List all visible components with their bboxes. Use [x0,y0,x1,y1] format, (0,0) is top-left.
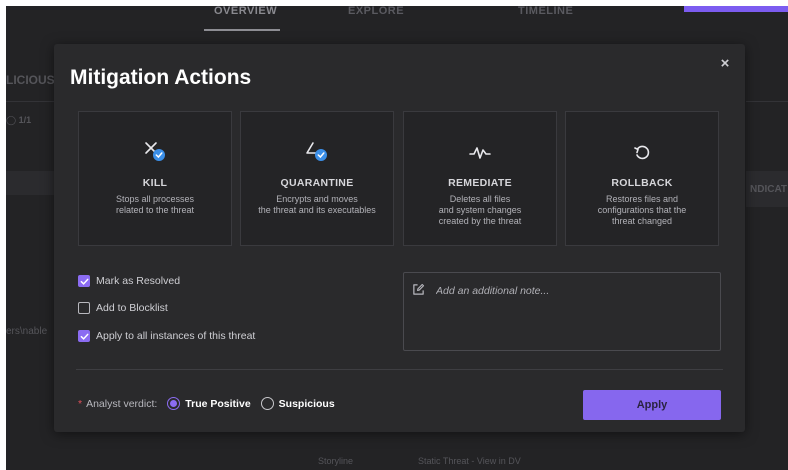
bg-malicious-label: LICIOUS [6,73,55,87]
bg-storyline-label: Storyline [318,456,354,466]
tab-timeline[interactable]: TIMELINE [518,6,573,17]
true-positive-option[interactable]: True Positive [167,397,251,410]
pulse-icon [404,140,556,164]
quarantine-description: Encrypts and moves the threat and its ex… [258,194,376,215]
edit-note-icon [412,283,425,301]
analyst-verdict: * Analyst verdict: True Positive Suspici… [78,397,345,410]
bg-path-fragment: ers\nable [6,326,48,337]
kill-title: KILL [142,177,168,189]
apply-to-all-instances-option[interactable]: Apply to all instances of this threat [78,330,255,342]
kill-description: Stops all processes related to the threa… [115,194,195,215]
add-to-blocklist-option[interactable]: Add to Blocklist [78,302,168,314]
modal-divider [76,369,723,370]
remediate-action-card[interactable]: REMEDIATE Deletes all files and system c… [403,111,557,246]
suspicious-option[interactable]: Suspicious [260,397,335,410]
bg-divider [6,101,54,102]
tab-overview[interactable]: OVERVIEW [214,6,277,17]
modal-title: Mitigation Actions [70,66,252,89]
x-with-check-badge-icon [79,140,231,164]
close-button[interactable]: × [717,56,733,72]
triangle-with-check-badge-icon [241,140,393,164]
add-to-blocklist-label: Add to Blocklist [96,302,168,314]
quarantine-title: QUARANTINE [280,177,354,189]
bg-static-threat: Static Threat - View in DV [418,456,521,466]
add-to-blocklist-checkbox[interactable] [78,302,90,314]
note-input[interactable] [434,280,708,302]
bg-count-label: ◯ 1/1 [6,115,32,125]
tab-explore[interactable]: EXPLORE [348,6,404,17]
mark-as-resolved-checkbox[interactable] [78,275,90,287]
true-positive-radio[interactable] [167,397,181,410]
mark-as-resolved-option[interactable]: Mark as Resolved [78,275,180,287]
bg-band [6,171,54,195]
rollback-action-card[interactable]: ROLLBACK Restores files and configuratio… [565,111,719,246]
remediate-title: REMEDIATE [448,177,512,189]
kill-action-card[interactable]: KILL Stops all processes related to the … [78,111,232,246]
check-icon [80,333,88,340]
mark-as-resolved-label: Mark as Resolved [96,275,181,287]
apply-button[interactable]: Apply [583,390,721,420]
top-nav: OVERVIEW EXPLORE TIMELINE [6,6,788,34]
true-positive-label: True Positive [185,397,251,410]
suspicious-label: Suspicious [278,397,335,410]
rotate-ccw-icon [566,140,718,164]
check-icon [80,278,88,285]
active-tab-indicator [204,29,280,31]
bg-divider [746,101,788,102]
apply-to-all-instances-checkbox[interactable] [78,330,90,342]
apply-to-all-instances-label: Apply to all instances of this threat [96,330,256,342]
rollback-title: ROLLBACK [611,177,673,189]
rollback-description: Restores files and configurations that t… [597,194,687,226]
suspicious-radio[interactable] [260,397,274,410]
mitigation-actions-modal: Mitigation Actions × KILL Stops all proc… [54,44,745,432]
analyst-verdict-label: Analyst verdict: [86,397,158,410]
bg-indicators-label: NDICAT [750,184,788,195]
required-mark: * [78,397,83,410]
quarantine-action-card[interactable]: QUARANTINE Encrypts and moves the threat… [240,111,394,246]
remediate-description: Deletes all files and system changes cre… [438,194,522,226]
note-box[interactable] [403,272,721,351]
